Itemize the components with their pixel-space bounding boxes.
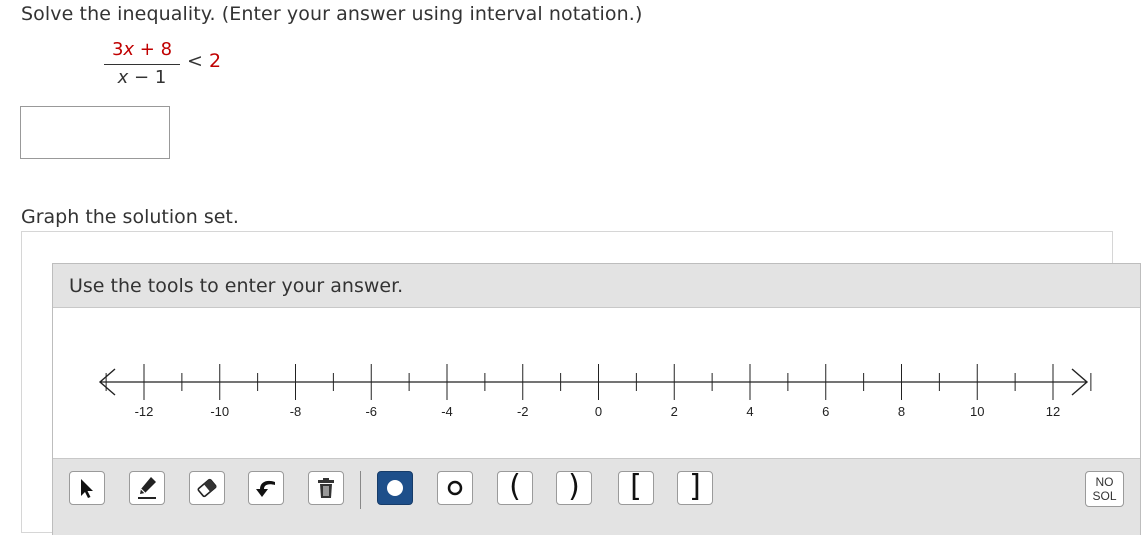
question-text: Solve the inequality. (Enter your answer… — [21, 3, 643, 25]
toolbar-separator — [360, 471, 361, 509]
right-paren-icon: ) — [568, 469, 580, 504]
right-bracket-tool[interactable]: ] — [677, 471, 713, 505]
undo-tool[interactable] — [248, 471, 284, 505]
tick-label: -8 — [290, 404, 302, 419]
tick-label: 0 — [595, 404, 602, 419]
no-solution-button[interactable]: NO SOL — [1085, 471, 1124, 507]
delete-tool[interactable] — [308, 471, 344, 505]
tick-label: 10 — [970, 404, 984, 419]
graph-toolbar: ( ) [ ] NO SOL — [53, 458, 1140, 535]
inequality-fraction: 3x + 8 x − 1 — [104, 37, 180, 91]
open-point-tool[interactable] — [437, 471, 473, 505]
tick-label: -12 — [135, 404, 154, 419]
inequality-rhs: < 2 — [187, 50, 222, 72]
closed-dot-icon — [387, 480, 403, 496]
tick-label: 6 — [822, 404, 829, 419]
right-paren-tool[interactable]: ) — [556, 471, 592, 505]
interval-answer-input[interactable] — [20, 106, 170, 159]
tick-label: 12 — [1046, 404, 1060, 419]
eraser-icon — [197, 478, 217, 498]
right-bracket-icon: ] — [689, 469, 701, 504]
left-bracket-icon: [ — [630, 469, 642, 504]
left-bracket-tool[interactable]: [ — [618, 471, 654, 505]
pencil-tool[interactable] — [129, 471, 165, 505]
tick-label: 8 — [898, 404, 905, 419]
left-paren-tool[interactable]: ( — [497, 471, 533, 505]
graph-tool-panel: Use the tools to enter your answer. -12-… — [52, 263, 1141, 535]
number-line[interactable]: -12 -10 -8 -6 -4 -2 0 2 4 6 8 10 12 — [53, 308, 1140, 458]
graph-prompt: Graph the solution set. — [21, 206, 239, 228]
closed-point-tool[interactable] — [377, 471, 413, 505]
denominator: x − 1 — [117, 67, 167, 88]
numerator: 3x + 8 — [111, 39, 173, 60]
tick-label: 4 — [746, 404, 753, 419]
eraser-tool[interactable] — [189, 471, 225, 505]
tick-label: -4 — [441, 404, 453, 419]
pencil-icon — [138, 477, 156, 499]
pointer-icon — [81, 479, 93, 498]
left-paren-icon: ( — [509, 469, 521, 504]
tick-label: 2 — [671, 404, 678, 419]
open-dot-icon — [447, 480, 463, 496]
tick-label: -10 — [210, 404, 229, 419]
pointer-tool[interactable] — [69, 471, 105, 505]
panel-header: Use the tools to enter your answer. — [53, 264, 1140, 308]
undo-icon — [256, 480, 275, 497]
panel-instructions: Use the tools to enter your answer. — [69, 275, 404, 297]
tick-label: -2 — [517, 404, 529, 419]
trash-icon — [318, 478, 334, 498]
tick-label: -6 — [365, 404, 377, 419]
